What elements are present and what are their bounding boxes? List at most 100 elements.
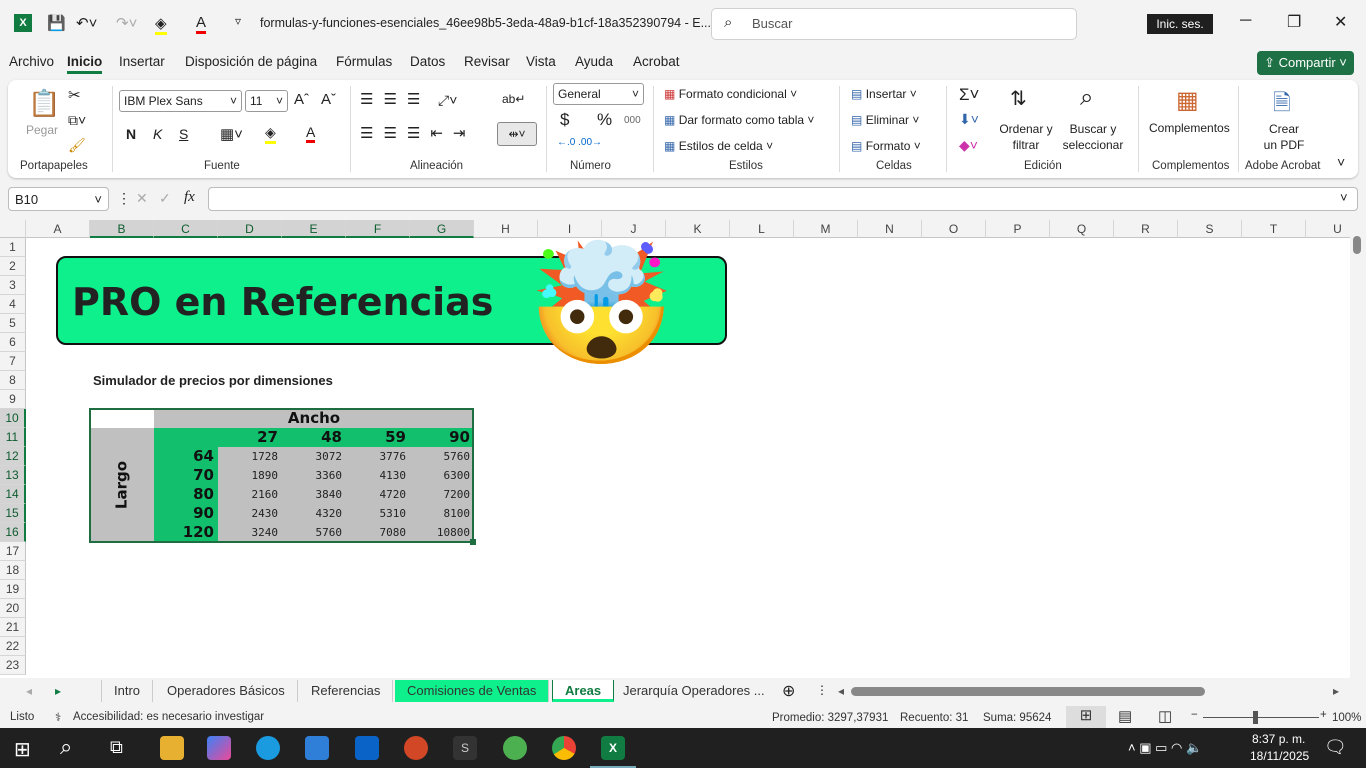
row-header-5[interactable]: 5 [0,314,26,333]
format-as-table-button[interactable]: ▦ Dar formato como tabla ˅ [664,113,814,127]
create-pdf-button[interactable]: Crear un PDF [1262,121,1306,153]
row-header-3[interactable]: 3 [0,276,26,295]
row-header-1[interactable]: 1 [0,238,26,257]
page-break-icon[interactable]: ◫ [1158,707,1172,725]
paste-icon[interactable]: 📋 [28,88,60,119]
sheet-tab-jerarquia[interactable]: Jerarquía Operadores ... [611,680,777,702]
tab-datos[interactable]: Datos [410,54,445,69]
tab-inicio[interactable]: Inicio [67,54,103,74]
column-header-L[interactable]: L [730,220,794,238]
undo-icon[interactable]: ↶˅ [76,14,97,32]
row-header-11[interactable]: 11 [0,428,26,447]
prev-sheet-icon[interactable]: ◂ [26,684,32,698]
column-header-D[interactable]: D [218,220,282,238]
insert-function-button[interactable]: fx [184,189,195,206]
paste-label[interactable]: Pegar [26,123,58,137]
sheet-tab-intro[interactable]: Intro [101,680,154,702]
row-header-10[interactable]: 10 [0,409,26,428]
price-cell[interactable]: 3360 [282,466,346,485]
status-sum[interactable]: Suma: 95624 [983,712,1051,724]
chrome-icon[interactable] [552,736,576,760]
tab-vista[interactable]: Vista [526,54,556,69]
system-tray-icons[interactable]: ˄ ▣ ▭ ◠ 🔈 [1128,740,1202,756]
share-button[interactable]: ⇪ Compartir ˅ [1257,51,1354,75]
zoom-slider[interactable] [1203,717,1319,718]
price-cell[interactable]: 4320 [282,504,346,523]
zoom-slider-thumb[interactable] [1253,711,1258,724]
price-cell[interactable]: 3072 [282,447,346,466]
search-input[interactable]: Buscar [711,8,1077,40]
column-header-E[interactable]: E [282,220,346,238]
app-icon[interactable] [503,736,527,760]
largo-value[interactable]: 70 [154,466,218,485]
accessibility-status[interactable]: Accesibilidad: es necesario investigar [73,711,264,723]
fill-handle[interactable] [470,539,476,545]
sheet-tab-referencias[interactable]: Referencias [299,680,394,702]
sign-in-button[interactable]: Inic. ses. [1147,14,1213,34]
row-header-4[interactable]: 4 [0,295,26,314]
row-header-14[interactable]: 14 [0,485,26,504]
format-painter-icon[interactable]: 🖌 [68,137,86,154]
find-select-button[interactable]: Buscar y seleccionar [1058,121,1128,153]
status-average[interactable]: Promedio: 3297,37931 [772,712,888,724]
fill-color-icon[interactable]: ◈ [265,124,276,144]
largo-value[interactable]: 120 [154,523,218,542]
enter-icon[interactable]: ✓ [159,190,171,207]
column-header-N[interactable]: N [858,220,922,238]
vertical-scrollbar[interactable] [1350,220,1366,678]
borders-icon[interactable]: ▦˅ [220,125,243,143]
price-cell[interactable]: 5310 [346,504,410,523]
price-cell[interactable]: 4130 [346,466,410,485]
store-icon[interactable] [305,736,329,760]
price-cell[interactable]: 4720 [346,485,410,504]
column-header-O[interactable]: O [922,220,986,238]
column-header-G[interactable]: G [410,220,474,238]
redo-icon[interactable]: ↷˅ [116,14,137,32]
clear-icon[interactable]: ◆˅ [959,137,978,154]
autosum-icon[interactable]: Σ˅ [959,85,979,105]
font-size-select[interactable]: 11 ˅ [245,90,288,112]
sort-filter-button[interactable]: Ordenar y filtrar [998,121,1054,153]
copy-icon[interactable]: ⧉˅ [68,112,86,129]
cell-styles-button[interactable]: ▦ Estilos de celda ˅ [664,139,773,153]
font-name-select[interactable]: IBM Plex Sans ˅ [119,90,242,112]
column-header-H[interactable]: H [474,220,538,238]
column-header-J[interactable]: J [602,220,666,238]
vertical-scroll-thumb[interactable] [1353,236,1361,254]
task-view-icon[interactable]: ⧉ [110,737,123,758]
formula-input[interactable] [208,187,1358,211]
fill-color-icon[interactable]: ◈ [155,14,167,35]
price-cell[interactable]: 3776 [346,447,410,466]
increase-font-icon[interactable]: Aˆ [294,91,309,108]
price-cell[interactable]: 3240 [218,523,282,542]
addins-button[interactable]: Complementos [1149,121,1230,135]
decimal-buttons[interactable]: ←.0 .00→ [557,137,602,148]
clock-date[interactable]: 18/11/2025 [1250,749,1309,763]
outlook-icon[interactable] [355,736,379,760]
delete-cells-button[interactable]: ▤ Eliminar ˅ [851,113,919,127]
tab-formulas[interactable]: Fórmulas [336,54,392,69]
powerpoint-icon[interactable] [404,736,428,760]
tab-disposicion[interactable]: Disposición de página [185,54,317,69]
sort-filter-icon[interactable]: ⇅ [1010,86,1027,111]
price-cell[interactable]: 1728 [218,447,282,466]
font-color-icon[interactable]: A [196,14,207,34]
save-icon[interactable]: 💾 [47,14,66,32]
sheet-tab-comisiones[interactable]: Comisiones de Ventas [395,680,550,702]
bold-button[interactable]: N [126,126,136,142]
percent-button[interactable]: % [597,110,612,130]
column-header-U[interactable]: U [1306,220,1350,238]
largo-header[interactable]: Largo [90,428,154,542]
sheet-tab-areas[interactable]: Areas [552,680,615,702]
app-s-icon[interactable]: S [453,736,477,760]
font-color-icon[interactable]: A [306,124,316,143]
expand-formula-icon[interactable]: ˅ [1340,190,1348,205]
name-box[interactable]: B10 ˅ [8,187,109,211]
column-header-A[interactable]: A [26,220,90,238]
zoom-out-button[interactable]: − [1191,709,1198,721]
ancho-header[interactable]: Ancho [154,409,474,428]
corner-cell[interactable] [154,428,218,447]
close-button[interactable]: ✕ [1334,12,1347,32]
number-format-select[interactable]: General ˅ [553,83,644,105]
zoom-level[interactable]: 100% [1332,712,1361,724]
